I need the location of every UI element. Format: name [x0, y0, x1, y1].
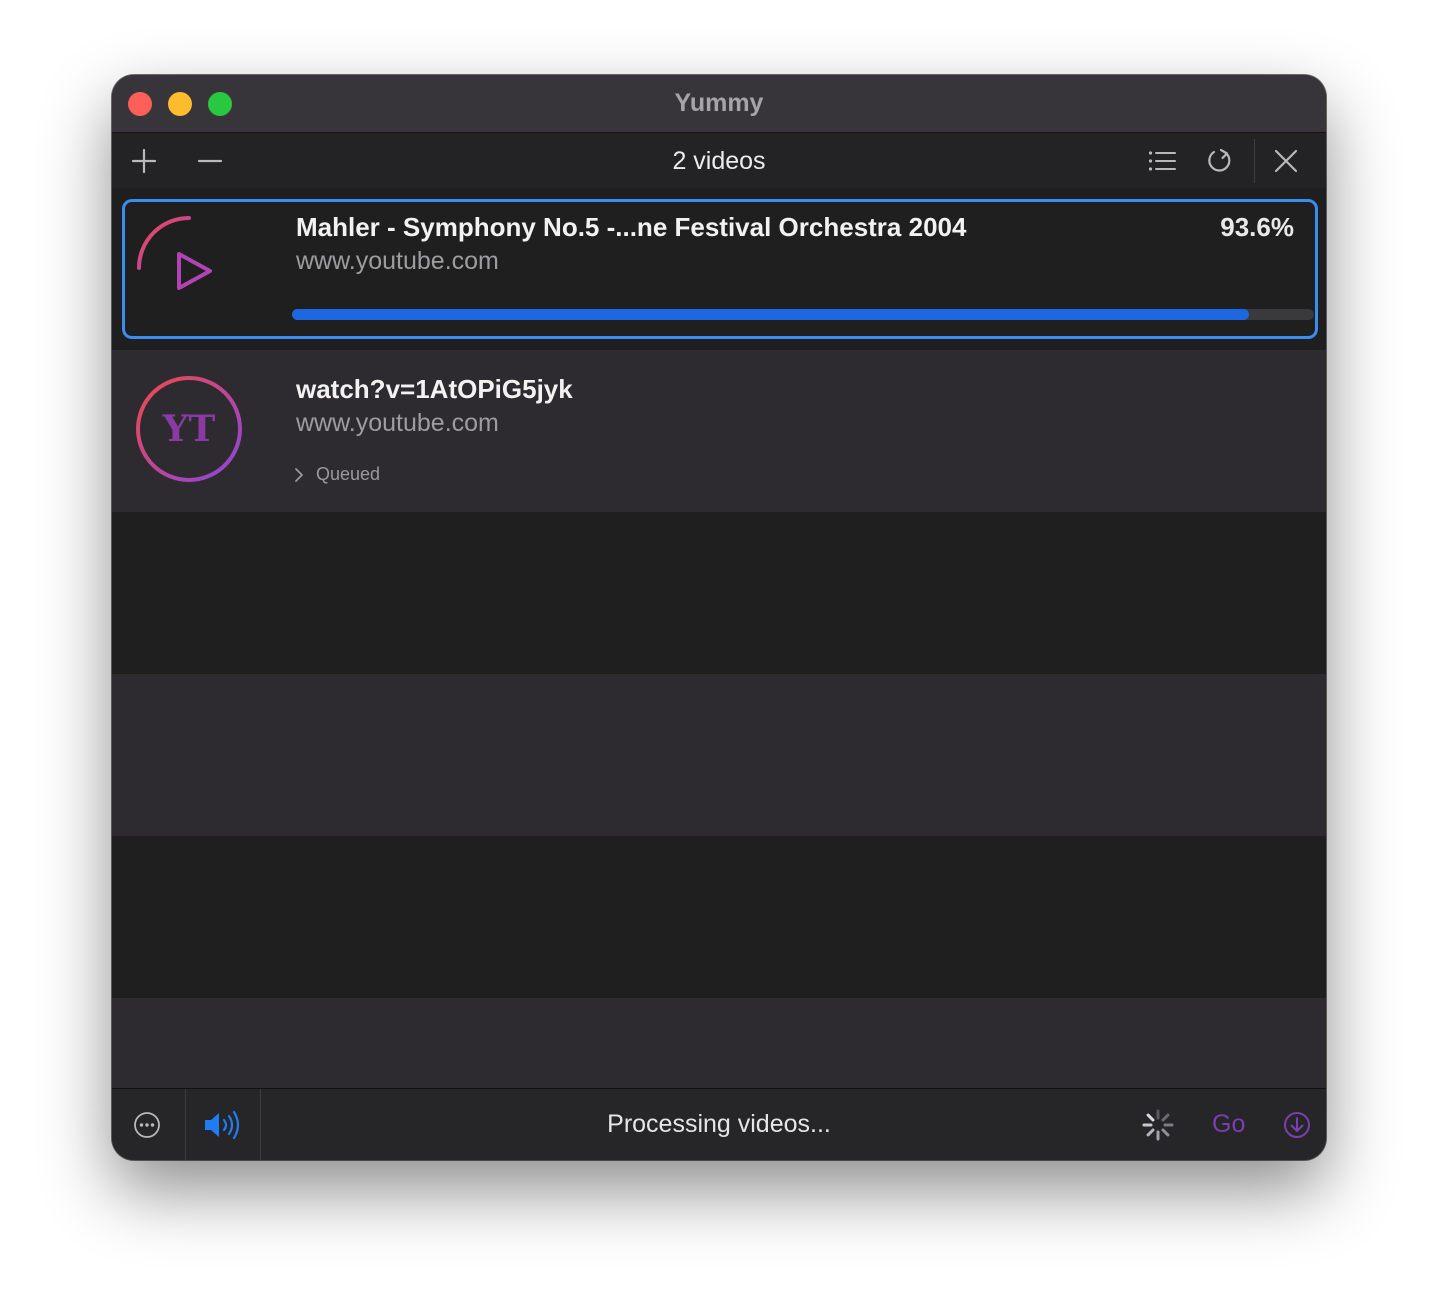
download-circle-icon [1284, 1111, 1310, 1138]
spinner-icon [1142, 1109, 1174, 1140]
empty-row [112, 674, 1326, 836]
go-button[interactable]: Go [1212, 1110, 1245, 1139]
item-title: Mahler - Symphony No.5 -...ne Festival O… [296, 212, 967, 242]
close-icon [1274, 149, 1298, 172]
window-title: Yummy [674, 89, 764, 117]
refresh-button[interactable] [1200, 133, 1240, 188]
list-item[interactable]: Mahler - Symphony No.5 -...ne Festival O… [112, 188, 1326, 350]
item-title: watch?v=1AtOPiG5jyk [296, 374, 573, 404]
item-host: www.youtube.com [296, 409, 499, 437]
list-icon [1148, 150, 1176, 171]
item-status[interactable]: Queued [294, 464, 380, 485]
title-bar: Yummy [112, 75, 1326, 133]
video-list: Mahler - Symphony No.5 -...ne Festival O… [112, 188, 1326, 1160]
chevron-right-icon [294, 467, 304, 483]
video-thumbnail-icon [137, 216, 212, 290]
bottom-bar: Processing videos... Go [112, 1088, 1326, 1160]
item-host: www.youtube.com [296, 247, 499, 275]
refresh-icon [1208, 148, 1231, 172]
list-button[interactable] [1142, 133, 1182, 188]
activity-spinner [1138, 1089, 1178, 1160]
empty-row [112, 512, 1326, 674]
item-status-label: Queued [316, 464, 381, 484]
toolbar: 2 videos [112, 133, 1326, 189]
toolbar-divider [1254, 139, 1255, 183]
progress-bar [292, 309, 1314, 320]
svg-text:YT: YT [162, 408, 216, 450]
youtube-logo-icon: YT [136, 376, 242, 482]
progress-fill [292, 309, 1249, 320]
item-progress-percent: 93.6% [1220, 212, 1294, 242]
app-window: Yummy 2 videos Mahler - Symphony No.5 -.… [112, 75, 1326, 1160]
empty-row [112, 836, 1326, 998]
download-button[interactable] [1278, 1089, 1316, 1160]
list-item[interactable]: YT watch?v=1AtOPiG5jyk www.youtube.com Q… [112, 350, 1326, 512]
close-button[interactable] [1266, 133, 1306, 188]
